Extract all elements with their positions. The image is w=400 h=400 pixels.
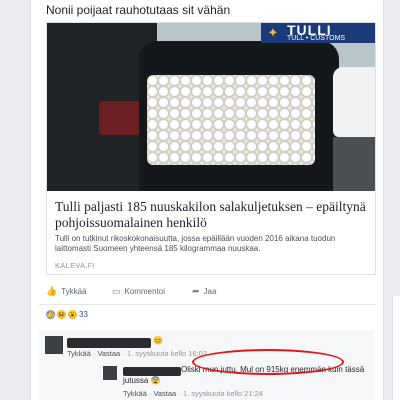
like-label: Tykkää <box>61 287 87 296</box>
comment-reply-link[interactable]: Vastaa <box>97 349 120 358</box>
photo-road <box>333 137 375 191</box>
comment-like-link[interactable]: Tykkää <box>67 349 91 358</box>
link-source: KALEVA.FI <box>55 261 96 270</box>
crest-icon: ✦ <box>267 25 279 40</box>
comment-button[interactable]: ▭ Kommentoi <box>112 286 165 297</box>
customs-logo-subtitle: TULL • CUSTOMS <box>287 35 346 42</box>
reply-text-line2: jutussa 😨 <box>123 376 161 385</box>
comment-time[interactable]: 1. syyskuuta kello 16:02 <box>127 349 207 358</box>
redacted-name <box>123 367 181 376</box>
reaction-summary[interactable]: 👍 😆 😮 33 <box>46 310 88 319</box>
post-text: Nonii poijaat rauhotutaas sit vähän <box>46 3 231 17</box>
reply-meta: Tykkää · Vastaa · 1. syyskuuta kello 21:… <box>123 389 263 398</box>
link-title[interactable]: Tulli paljasti 185 nuuskakilon salakulje… <box>55 199 367 231</box>
comment-meta: Tykkää · Vastaa · 1. syyskuuta kello 16:… <box>67 349 207 358</box>
link-preview[interactable]: ✦ TULLI TULL • CUSTOMS Tulli paljasti 18… <box>46 22 376 275</box>
comment-label: Kommentoi <box>124 287 165 296</box>
like-reaction-icon: 👍 <box>46 310 55 319</box>
comment-text: 😊 <box>153 336 163 345</box>
action-bar: 👍 Tykkää ▭ Kommentoi ➦ Jaa <box>46 284 374 302</box>
comment-icon: ▭ <box>112 286 121 296</box>
share-label: Jaa <box>203 287 217 296</box>
wow-reaction-icon: 😮 <box>68 310 77 319</box>
share-icon: ➦ <box>192 286 200 296</box>
reply-time[interactable]: 1. syyskuuta kello 21:24 <box>183 389 263 398</box>
haha-reaction-icon: 😆 <box>57 310 66 319</box>
side-panel-edge <box>392 296 400 400</box>
avatar[interactable] <box>103 366 117 380</box>
photo-white-car <box>333 67 375 137</box>
divider <box>39 304 375 305</box>
customs-logo: ✦ TULLI TULL • CUSTOMS <box>261 23 375 43</box>
thumbs-up-icon: 👍 <box>46 286 58 296</box>
reply-reply-link[interactable]: Vastaa <box>153 389 176 398</box>
like-button[interactable]: 👍 Tykkää <box>46 286 87 297</box>
post-card: Nonii poijaat rauhotutaas sit vähän ✦ TU… <box>30 0 400 400</box>
reaction-count: 33 <box>79 310 88 319</box>
photo-snus-cans <box>147 75 315 165</box>
share-button[interactable]: ➦ Jaa <box>192 286 216 297</box>
redacted-name <box>67 338 151 348</box>
red-annotation-circle <box>192 349 344 375</box>
link-description: Tulli on tutkinut rikoskokonaisuutta, jo… <box>55 234 336 253</box>
reply-like-link[interactable]: Tykkää <box>123 389 147 398</box>
avatar[interactable] <box>45 336 63 354</box>
link-photo[interactable]: ✦ TULLI TULL • CUSTOMS <box>47 23 375 191</box>
